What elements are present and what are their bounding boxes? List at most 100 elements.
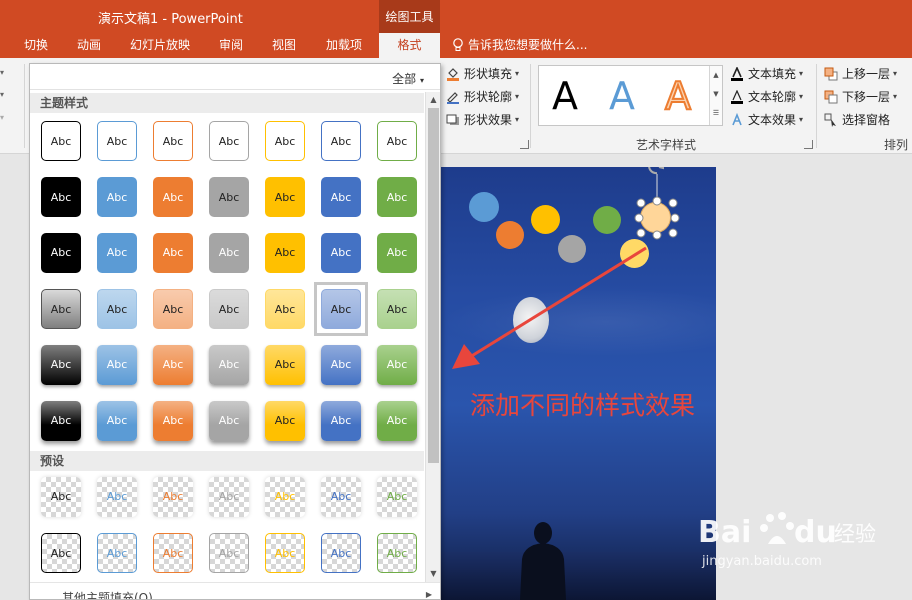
circle-blue-shape[interactable]: [469, 192, 499, 222]
text-fill-button[interactable]: 文本填充 ▾: [730, 65, 803, 82]
theme-style-swatch[interactable]: Abc: [97, 401, 137, 441]
theme-style-swatch[interactable]: Abc: [41, 401, 81, 441]
shape-styles-launcher-icon[interactable]: [520, 140, 529, 149]
theme-style-swatch[interactable]: Abc: [41, 233, 81, 273]
theme-style-swatch[interactable]: Abc: [97, 345, 137, 385]
theme-style-swatch[interactable]: Abc: [209, 401, 249, 441]
preset-style-swatch[interactable]: Abc: [97, 477, 137, 517]
theme-style-swatch[interactable]: Abc: [377, 121, 417, 161]
person-silhouette-icon: [520, 522, 566, 600]
cutoff-chevron-icon: ▾: [0, 90, 5, 99]
theme-style-swatch[interactable]: Abc: [265, 401, 305, 441]
theme-style-swatch[interactable]: Abc: [41, 345, 81, 385]
tab-slideshow[interactable]: 幻灯片放映: [122, 33, 198, 58]
selection-pane-button[interactable]: 选择窗格: [824, 111, 890, 128]
theme-style-swatch[interactable]: Abc: [209, 289, 249, 329]
theme-style-swatch[interactable]: Abc: [97, 289, 137, 329]
theme-style-swatch[interactable]: Abc: [41, 121, 81, 161]
preset-style-swatch[interactable]: Abc: [377, 533, 417, 573]
wordart-style-blue[interactable]: A: [609, 74, 635, 118]
bring-forward-label: 上移一层: [842, 67, 891, 81]
preset-style-swatch[interactable]: Abc: [321, 477, 361, 517]
theme-style-swatch[interactable]: Abc: [265, 121, 305, 161]
theme-style-swatch[interactable]: Abc: [265, 345, 305, 385]
scroll-up-icon[interactable]: ▲: [710, 66, 722, 85]
shape-outline-label: 形状轮廓: [464, 90, 513, 104]
theme-style-swatch[interactable]: Abc: [321, 121, 361, 161]
gallery-filter-dropdown[interactable]: 全部 ▾: [392, 70, 424, 87]
theme-style-swatch[interactable]: Abc: [153, 233, 193, 273]
tab-addins[interactable]: 加载项: [316, 33, 372, 58]
text-outline-icon: [731, 89, 743, 104]
tab-transitions[interactable]: 切换: [14, 33, 58, 58]
shape-outline-button[interactable]: 形状轮廓 ▾: [446, 88, 519, 105]
tab-animations[interactable]: 动画: [66, 33, 112, 58]
circle-green-shape[interactable]: [593, 206, 621, 234]
wordart-styles-gallery[interactable]: A A A ▲ ▼ ☰: [538, 65, 723, 126]
preset-style-swatch[interactable]: Abc: [153, 533, 193, 573]
theme-style-swatch[interactable]: Abc: [209, 345, 249, 385]
preset-style-swatch[interactable]: Abc: [377, 477, 417, 517]
theme-style-swatch[interactable]: Abc: [153, 177, 193, 217]
tab-view[interactable]: 视图: [262, 33, 306, 58]
theme-style-swatch[interactable]: Abc: [265, 289, 305, 329]
tab-format[interactable]: 格式: [379, 33, 440, 58]
scroll-up-icon[interactable]: ▲: [426, 92, 440, 107]
more-theme-fills-item[interactable]: 其他主题填充(O) ▶: [30, 582, 440, 599]
preset-style-swatch[interactable]: Abc: [209, 533, 249, 573]
theme-style-swatch[interactable]: Abc: [321, 345, 361, 385]
preset-style-swatch[interactable]: Abc: [265, 477, 305, 517]
theme-style-swatch[interactable]: Abc: [97, 121, 137, 161]
scroll-down-icon[interactable]: ▼: [426, 566, 440, 581]
theme-style-swatch[interactable]: Abc: [377, 289, 417, 329]
selected-swatch-frame: [314, 282, 368, 336]
theme-style-swatch[interactable]: Abc: [153, 401, 193, 441]
slide-canvas[interactable]: [440, 167, 716, 600]
theme-style-swatch[interactable]: Abc: [153, 289, 193, 329]
theme-style-swatch[interactable]: Abc: [153, 121, 193, 161]
scrollbar-thumb[interactable]: [428, 108, 439, 463]
theme-style-swatch[interactable]: Abc: [209, 121, 249, 161]
preset-style-swatch[interactable]: Abc: [321, 533, 361, 573]
wordart-gallery-scroll[interactable]: ▲ ▼ ☰: [709, 66, 722, 125]
wordart-style-black[interactable]: A: [552, 74, 578, 118]
bring-forward-button[interactable]: 上移一层 ▾: [824, 65, 897, 82]
theme-style-swatch[interactable]: Abc: [377, 345, 417, 385]
tab-review[interactable]: 审阅: [208, 33, 254, 58]
theme-style-swatch[interactable]: Abc: [321, 233, 361, 273]
preset-style-swatch[interactable]: Abc: [97, 533, 137, 573]
gallery-scrollbar[interactable]: ▲ ▼: [425, 92, 440, 582]
theme-style-swatch[interactable]: Abc: [265, 177, 305, 217]
theme-style-swatch[interactable]: Abc: [41, 289, 81, 329]
preset-style-swatch[interactable]: Abc: [265, 533, 305, 573]
scroll-down-icon[interactable]: ▼: [710, 85, 722, 104]
theme-style-swatch[interactable]: Abc: [41, 177, 81, 217]
gallery-more-icon[interactable]: ☰: [710, 104, 722, 123]
theme-style-swatch[interactable]: Abc: [377, 401, 417, 441]
preset-style-swatch[interactable]: Abc: [41, 477, 81, 517]
tell-me-box[interactable]: 告诉我您想要做什么...: [452, 33, 587, 58]
send-backward-label: 下移一层: [842, 90, 891, 104]
selection-handles[interactable]: [633, 167, 681, 241]
theme-style-swatch[interactable]: Abc: [153, 345, 193, 385]
shape-effects-button[interactable]: 形状效果 ▾: [446, 111, 519, 128]
theme-style-swatch[interactable]: Abc: [265, 233, 305, 273]
send-backward-button[interactable]: 下移一层 ▾: [824, 88, 897, 105]
preset-style-swatch[interactable]: Abc: [153, 477, 193, 517]
text-effects-button[interactable]: 文本效果 ▾: [730, 111, 803, 128]
theme-style-swatch[interactable]: Abc: [97, 177, 137, 217]
preset-style-swatch[interactable]: Abc: [209, 477, 249, 517]
theme-style-swatch[interactable]: Abc: [321, 177, 361, 217]
theme-style-swatch[interactable]: Abc: [209, 233, 249, 273]
wordart-launcher-icon[interactable]: [804, 140, 813, 149]
wordart-style-orange[interactable]: A: [664, 73, 692, 119]
theme-style-swatch[interactable]: Abc: [97, 233, 137, 273]
theme-style-swatch[interactable]: Abc: [377, 233, 417, 273]
shape-fill-button[interactable]: 形状填充 ▾: [446, 65, 519, 82]
theme-style-swatch[interactable]: Abc: [321, 401, 361, 441]
theme-style-swatch[interactable]: Abc: [377, 177, 417, 217]
circle-yellow-shape[interactable]: [531, 205, 560, 234]
preset-style-swatch[interactable]: Abc: [41, 533, 81, 573]
theme-style-swatch[interactable]: Abc: [209, 177, 249, 217]
text-outline-button[interactable]: 文本轮廓 ▾: [730, 88, 803, 105]
